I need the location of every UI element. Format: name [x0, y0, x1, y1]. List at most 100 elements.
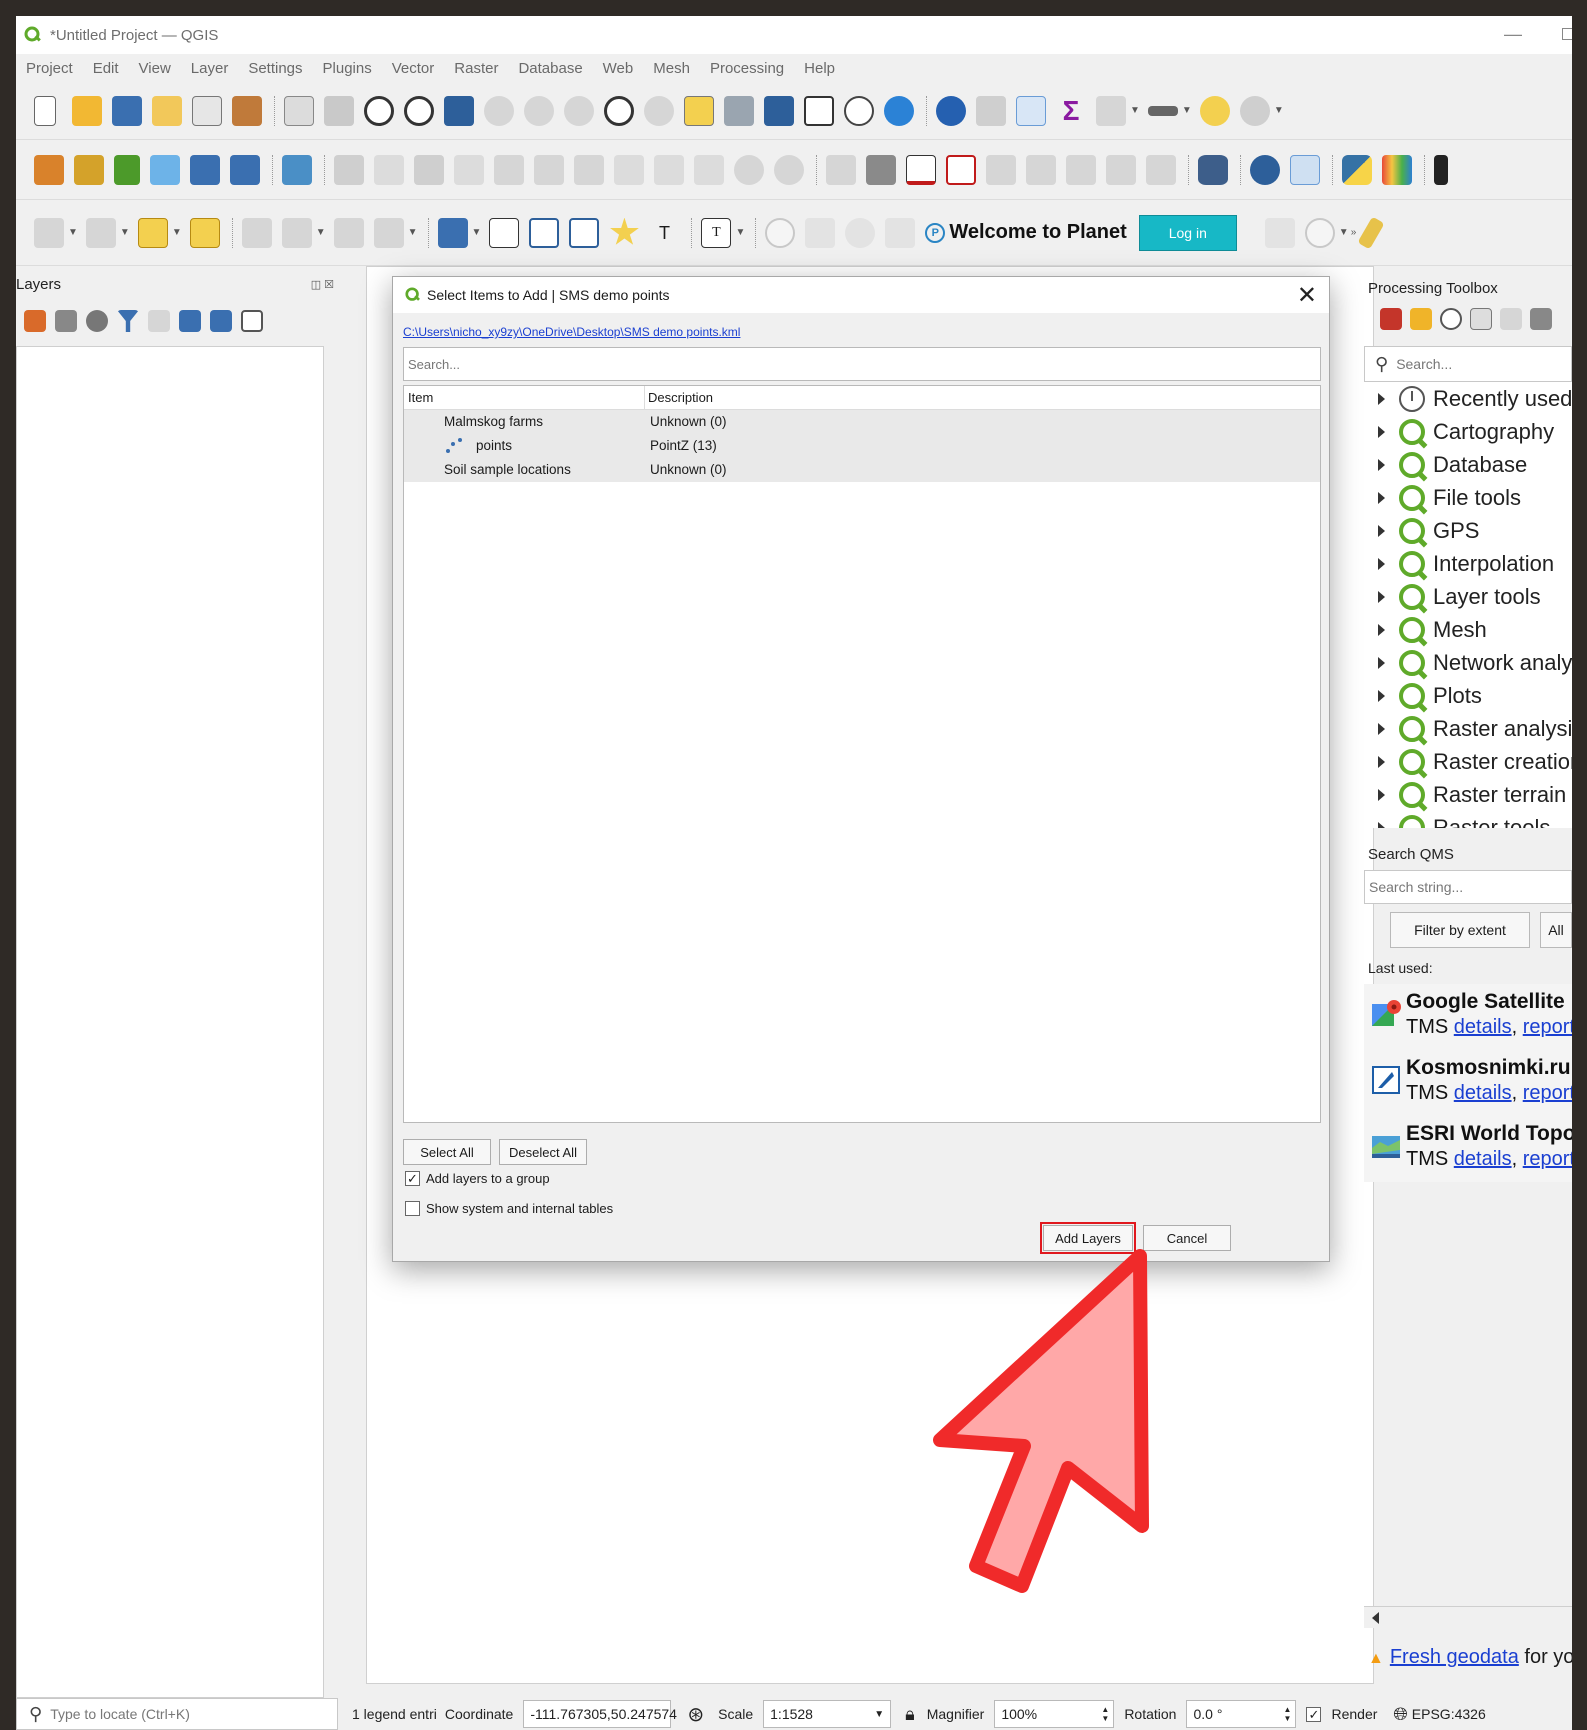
show-bookmarks-icon[interactable]: [804, 95, 834, 126]
menu-settings[interactable]: Settings: [248, 60, 302, 77]
spin-arrows-icon[interactable]: ▲ ▼: [1101, 1705, 1109, 1723]
coordinate-field[interactable]: -111.767305,50.247574: [523, 1700, 677, 1728]
panel-float-close-icon[interactable]: ◫ ☒: [311, 278, 334, 291]
undo-icon[interactable]: [734, 154, 764, 185]
tree-item-network-analysis[interactable]: Network analysis: [1364, 646, 1572, 679]
table-row[interactable]: Soil sample locations Unknown (0): [404, 458, 1320, 482]
select-by-value-icon[interactable]: [85, 217, 116, 248]
expand-arrow-icon[interactable]: [1378, 722, 1385, 735]
tree-item-interpolation[interactable]: Interpolation: [1364, 547, 1572, 580]
tree-item-raster-creation[interactable]: Raster creation: [1364, 745, 1572, 778]
zoom-in-icon[interactable]: [364, 95, 394, 126]
db-manager-icon[interactable]: [1198, 154, 1228, 185]
rotation-spinbox[interactable]: 0.0 ° ▲ ▼: [1186, 1700, 1297, 1728]
show-hide-labels-icon[interactable]: [1026, 154, 1056, 185]
toggle-editing-icon[interactable]: [374, 154, 404, 185]
zoom-selection-icon[interactable]: [484, 95, 514, 126]
menu-vector[interactable]: Vector: [392, 60, 435, 77]
zoom-out-icon[interactable]: [404, 95, 434, 126]
select-location-icon[interactable]: [189, 217, 220, 248]
qms-search-input[interactable]: Search string...: [1364, 870, 1572, 904]
create-text-icon[interactable]: T: [649, 218, 679, 248]
map-icon[interactable]: [805, 217, 836, 248]
lock-scale-icon[interactable]: 🔒︎: [905, 1704, 915, 1725]
models-icon[interactable]: [1380, 308, 1402, 330]
table-icon[interactable]: [1096, 95, 1126, 126]
horizontal-scrollbar[interactable]: [1364, 1606, 1572, 1628]
virtual-layer-icon[interactable]: [282, 154, 312, 185]
field-calculator-icon[interactable]: [241, 217, 272, 248]
qms-service-google-satellite[interactable]: Google Satellite TMS details, report: [1364, 984, 1572, 1050]
advanced-digitize-icon[interactable]: [333, 217, 364, 248]
column-header-item[interactable]: Item: [408, 390, 433, 405]
column-divider[interactable]: [644, 386, 645, 410]
paste-icon[interactable]: [694, 154, 724, 185]
add-vector-icon[interactable]: [114, 154, 140, 185]
tree-item-cartography[interactable]: Cartography: [1364, 415, 1572, 448]
chevron-down-icon[interactable]: ▼: [1130, 105, 1140, 116]
crs-label[interactable]: EPSG:4326: [1412, 1706, 1486, 1722]
add-group-icon[interactable]: [55, 310, 77, 332]
details-link[interactable]: details: [1454, 1148, 1512, 1170]
identify-icon[interactable]: [936, 95, 966, 126]
new-3d-view-icon[interactable]: [724, 95, 754, 126]
chevron-down-icon[interactable]: ▼: [408, 227, 418, 238]
pan-hand-icon[interactable]: [284, 95, 314, 126]
scroll-left-icon[interactable]: [1372, 1612, 1379, 1624]
expand-arrow-icon[interactable]: [1378, 557, 1385, 570]
tree-item-raster-analysis[interactable]: Raster analysis: [1364, 712, 1572, 745]
planet-tasking-icon[interactable]: [1304, 217, 1335, 248]
menu-web[interactable]: Web: [603, 60, 634, 77]
add-to-group-checkbox[interactable]: ✓: [405, 1171, 420, 1186]
chevron-down-icon[interactable]: ▼: [172, 227, 182, 238]
scripts-python-icon[interactable]: [1410, 308, 1432, 330]
python-icon[interactable]: [1342, 154, 1372, 185]
current-edits-icon[interactable]: [334, 154, 364, 185]
rotate-label-icon[interactable]: [1106, 154, 1136, 185]
expand-all-icon[interactable]: [179, 310, 201, 332]
measure-icon[interactable]: [1147, 105, 1178, 116]
planet-orders-icon[interactable]: [1264, 217, 1295, 248]
edit-features-icon[interactable]: [1500, 308, 1522, 330]
new-spatialite-icon[interactable]: [150, 154, 180, 185]
statistics-sigma-icon[interactable]: Σ: [1056, 95, 1086, 126]
new-geopackage-icon[interactable]: [74, 154, 104, 185]
chevron-down-icon[interactable]: ▼: [120, 227, 130, 238]
pencil-icon[interactable]: [1357, 216, 1385, 249]
options-wrench-icon[interactable]: [1530, 308, 1552, 330]
plugin-color-icon[interactable]: [1382, 154, 1412, 185]
tree-item-layer-tools[interactable]: Layer tools: [1364, 580, 1572, 613]
qms-service-esri-world-topo[interactable]: ESRI World Topo TMS details, report: [1364, 1116, 1572, 1182]
render-checkbox[interactable]: ✓: [1306, 1706, 1322, 1722]
chevron-down-icon[interactable]: ▼: [1339, 227, 1349, 238]
report-link[interactable]: report: [1523, 1082, 1572, 1104]
label-pin-icon[interactable]: [906, 154, 936, 185]
filter-expression-icon[interactable]: [148, 310, 170, 332]
add-feature-icon[interactable]: [454, 154, 484, 185]
add-layers-button[interactable]: Add Layers: [1040, 1222, 1136, 1254]
planet-login-button[interactable]: Log in: [1138, 214, 1237, 251]
expand-arrow-icon[interactable]: [1378, 689, 1385, 702]
spin-arrows-icon[interactable]: ▲ ▼: [1284, 1705, 1292, 1723]
expand-arrow-icon[interactable]: [1378, 656, 1385, 669]
open-project-icon[interactable]: [72, 95, 102, 126]
zoom-full-icon[interactable]: [444, 95, 474, 126]
cut-icon[interactable]: [614, 154, 644, 185]
tree-item-mesh[interactable]: Mesh: [1364, 613, 1572, 646]
qms-service-kosmosnimki[interactable]: Kosmosnimki.ru TMS details, report: [1364, 1050, 1572, 1116]
label-tool-icon[interactable]: [826, 154, 856, 185]
new-project-icon[interactable]: [34, 95, 56, 126]
history-icon[interactable]: [1440, 308, 1462, 330]
add-raster-icon[interactable]: [230, 154, 260, 185]
pan-to-selection-icon[interactable]: [324, 95, 354, 126]
new-map-view-icon[interactable]: [684, 95, 714, 126]
expand-arrow-icon[interactable]: [1378, 524, 1385, 537]
chevron-down-icon[interactable]: ▼: [1274, 105, 1284, 116]
report-link[interactable]: report: [1523, 1016, 1572, 1038]
annotation-text-icon[interactable]: [437, 217, 468, 248]
menu-view[interactable]: View: [139, 60, 171, 77]
deselect-all-button[interactable]: Deselect All: [499, 1139, 587, 1165]
qms-search-icon[interactable]: [1290, 154, 1320, 185]
manage-visibility-icon[interactable]: [86, 310, 108, 332]
zoom-native-icon[interactable]: [564, 95, 594, 126]
